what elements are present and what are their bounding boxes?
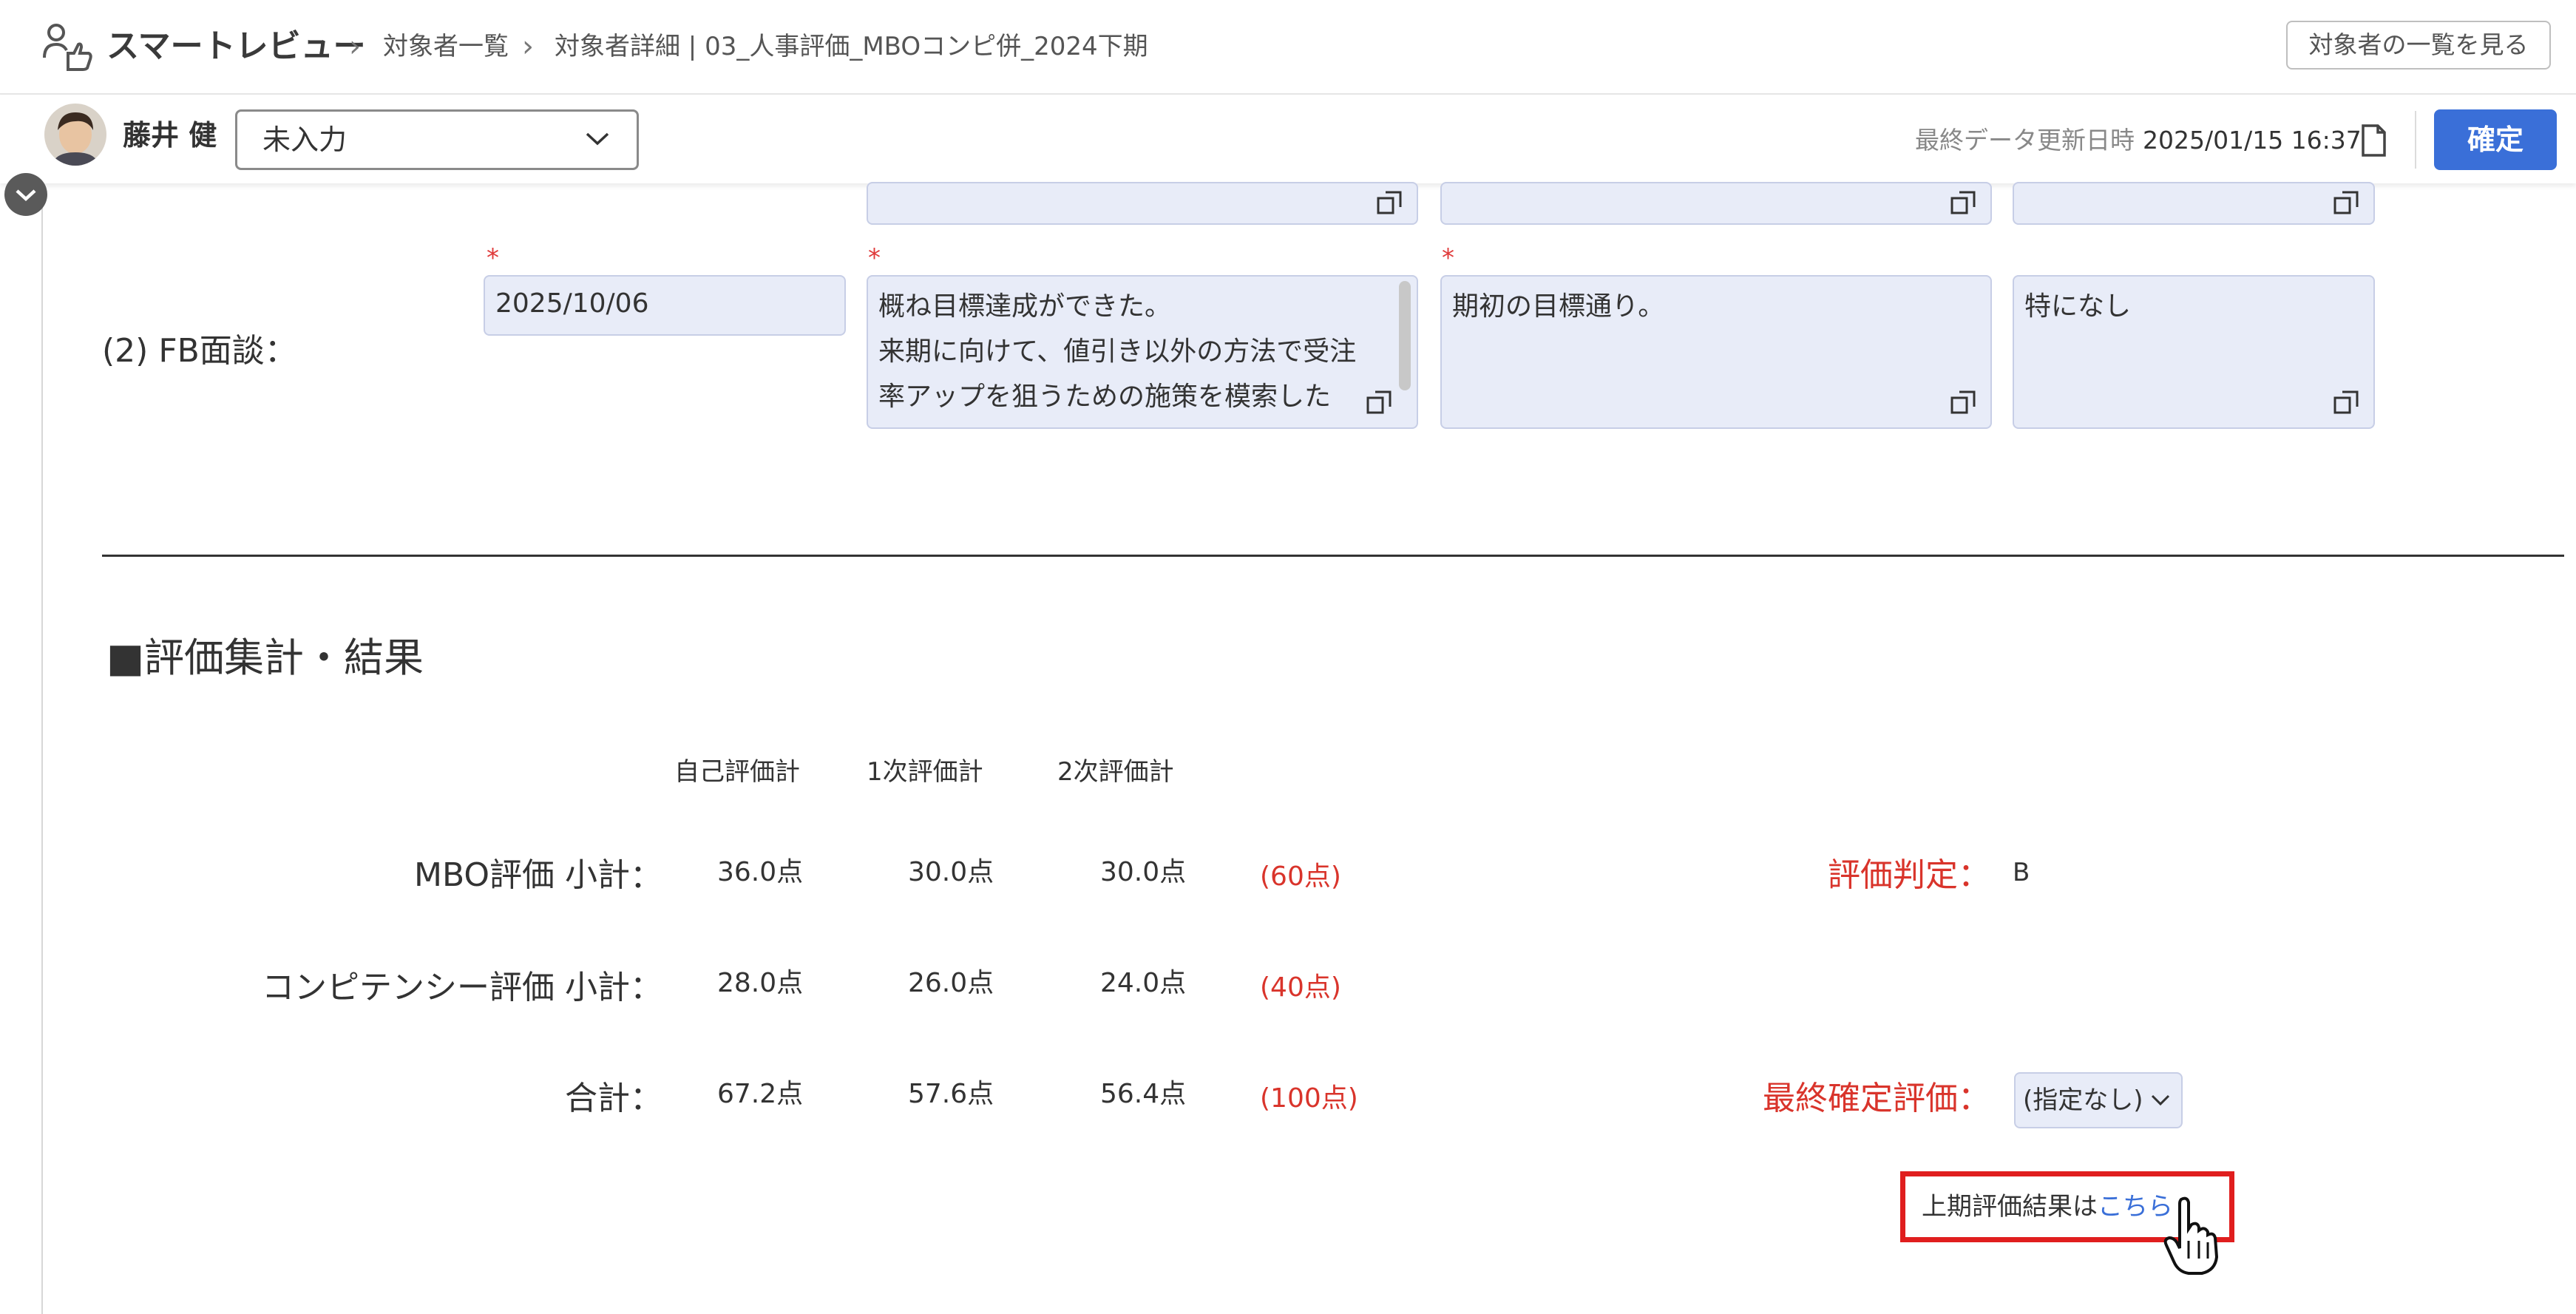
fb-comment-field-1[interactable]: 概ね目標達成ができた。 来期に向けて、値引き以外の方法で受注 率アップを狙うため… [867,275,1418,429]
grade-value: B [2013,858,2030,887]
breadcrumb-target-list[interactable]: 対象者一覧 [383,21,509,72]
column-header-first: 1次評価計 [867,757,983,787]
competency-first-score: 26.0点 [908,968,994,998]
competency-second-score: 24.0点 [1100,968,1187,998]
mbo-max-score: (60点) [1260,861,1341,892]
grade-label: 評価判定： [1828,856,1990,894]
status-select-value: 未入力 [262,123,348,156]
previous-comment-field-3[interactable] [2013,182,2375,225]
column-header-second: 2次評価計 [1057,757,1174,787]
last-updated-value: 2025/01/15 16:37 [2143,126,2362,155]
final-rating-value: (指定なし) [2023,1086,2143,1115]
document-icon[interactable] [2360,124,2387,157]
previous-comment-field-1[interactable] [867,182,1418,225]
left-rail [41,183,43,1314]
fb-comment-field-2[interactable]: 期初の目標通り。 [1440,275,1992,429]
confirm-button[interactable]: 確定 [2434,109,2557,170]
divider [2415,111,2416,169]
scrollbar[interactable] [1399,281,1411,390]
mbo-subtotal-label: MBO評価 小計 [414,856,630,894]
previous-result-text: 上期評価結果はこちら [1922,1176,2173,1237]
expand-icon[interactable] [1375,188,1405,217]
competency-self-score: 28.0点 [717,968,804,998]
required-mark: * [1442,243,1454,273]
colon: ： [630,969,662,1006]
total-max-score: (100点) [1260,1083,1358,1114]
total-label: 合計 [565,1080,630,1117]
comment-text: 概ね目標達成ができた。 来期に向けて、値引き以外の方法で受注 率アップを狙うため… [878,291,1357,412]
app-title: スマートレビュー [106,27,366,65]
comment-text: 期初の目標通り。 [1452,291,1665,322]
previous-result-link[interactable]: こちら [2098,1192,2173,1222]
chevron-down-icon [2151,1094,2170,1106]
required-mark: * [868,243,881,273]
total-first-score: 57.6点 [908,1079,994,1109]
mbo-self-score: 36.0点 [717,857,804,887]
chevron-right-icon: › [522,30,534,64]
hand-cursor-icon [2163,1196,2219,1275]
colon: ： [630,1080,662,1117]
expand-icon[interactable] [2332,188,2362,217]
chevron-down-icon [586,132,609,146]
comment-text: 特になし [2024,291,2132,322]
expand-icon[interactable] [1949,188,1979,217]
column-header-self: 自己評価計 [674,757,800,787]
competency-subtotal-label: コンピテンシー評価 小計 [262,969,630,1006]
date-value: 2025/10/06 [495,288,649,319]
breadcrumb-current: 対象者詳細 | 03_人事評価_MBOコンピ併_2024下期 [555,32,1148,61]
fb-interview-label: (2) FB面談： [102,332,297,370]
expand-icon[interactable] [1365,387,1394,417]
expand-icon[interactable] [1949,387,1979,417]
competency-max-score: (40点) [1260,972,1341,1003]
final-rating-select[interactable]: (指定なし) [2014,1072,2183,1128]
collapse-toggle-button[interactable] [4,173,47,216]
status-select[interactable]: 未入力 [235,109,639,170]
section-title: ■評価集計・結果 [106,634,424,681]
user-name: 藤井 健 [123,119,217,152]
person-review-icon [43,24,92,71]
fb-comment-field-3[interactable]: 特になし [2013,275,2375,429]
view-target-list-button[interactable]: 対象者の一覧を見る [2286,21,2551,70]
final-rating-label: 最終確定評価： [1763,1080,1990,1117]
total-second-score: 56.4点 [1100,1079,1187,1109]
chevron-right-icon: › [349,30,361,64]
total-self-score: 67.2点 [717,1079,804,1109]
avatar [44,104,106,166]
previous-result-label: 上期評価結果は [1922,1192,2098,1222]
last-updated-label: 最終データ更新日時 [1915,126,2135,155]
section-divider [102,555,2564,557]
mbo-second-score: 30.0点 [1100,857,1187,887]
colon: ： [630,858,662,895]
chevron-down-icon [16,189,36,202]
previous-comment-field-2[interactable] [1440,182,1992,225]
mbo-first-score: 30.0点 [908,857,994,887]
fb-interview-date-input[interactable]: 2025/10/06 [484,275,846,336]
expand-icon[interactable] [2332,387,2362,417]
required-mark: * [487,243,499,273]
